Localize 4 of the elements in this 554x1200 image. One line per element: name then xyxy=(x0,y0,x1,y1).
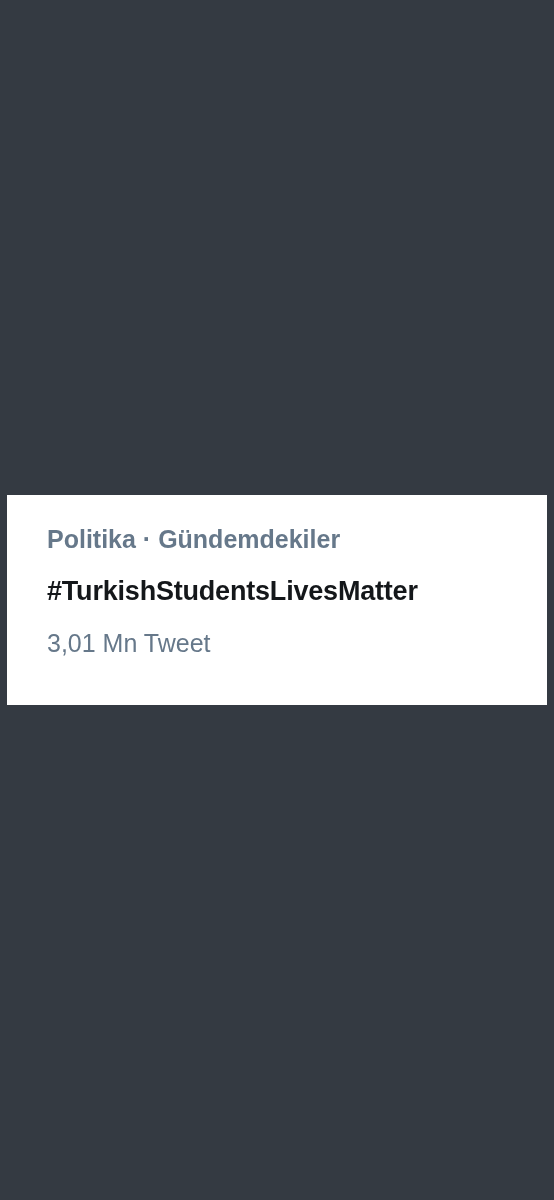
tweet-count: 3,01 Mn Tweet xyxy=(47,628,211,659)
trend-card[interactable]: Politika · Gündemdekiler #TurkishStudentsLivesMatter 3,01 Mn Tweet xyxy=(7,495,547,705)
trend-hashtag: #TurkishStudentsLivesMatter xyxy=(47,575,418,608)
trend-context: Politika · Gündemdekiler xyxy=(47,524,341,555)
